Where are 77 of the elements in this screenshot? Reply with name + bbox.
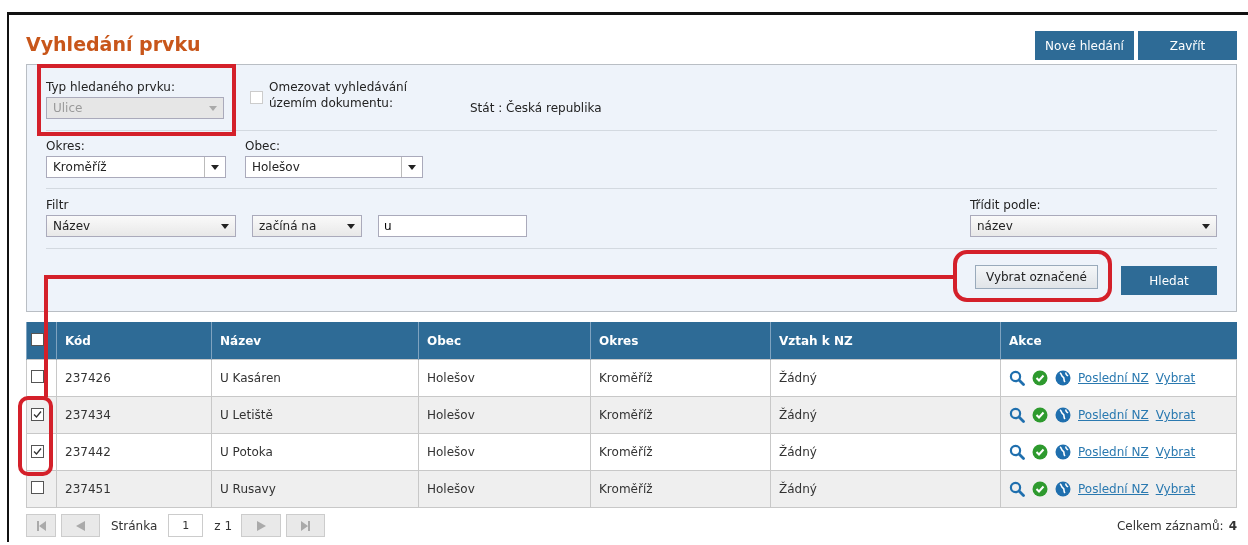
page-count: z 1 — [214, 518, 233, 533]
first-page-icon — [36, 520, 46, 531]
scope-text: Stát : Česká republika — [470, 101, 602, 115]
search-icon[interactable] — [1009, 407, 1025, 423]
page-title: Vyhledání prvku — [26, 33, 201, 55]
row-checkbox[interactable] — [31, 370, 44, 383]
row-checkbox[interactable] — [31, 444, 44, 458]
select-link[interactable]: Vybrat — [1155, 408, 1196, 422]
field-label: Filtr — [46, 198, 70, 212]
caret-icon — [221, 223, 229, 229]
table-cell: Kroměříž — [590, 433, 771, 471]
check-circle-icon[interactable] — [1032, 481, 1048, 497]
check-circle-icon[interactable] — [1032, 407, 1048, 423]
table-cell: 237451 — [56, 470, 212, 508]
caret-icon — [347, 223, 355, 229]
last-nz-link[interactable]: Poslední NZ — [1078, 482, 1149, 496]
column-header[interactable]: Akce — [1000, 322, 1237, 360]
column-header[interactable]: Obec — [418, 322, 591, 360]
column-header[interactable]: Vztah k NZ — [770, 322, 1001, 360]
page-label: Stránka — [111, 518, 158, 533]
filter-field-select[interactable]: Název — [46, 215, 236, 237]
table-cell: Holešov — [418, 396, 591, 434]
field-label: Okres: — [46, 139, 86, 153]
caret-icon — [211, 164, 219, 170]
table-cell: Žádný — [770, 470, 1001, 508]
table-cell: Žádný — [770, 359, 1001, 397]
column-header[interactable]: Kód — [56, 322, 212, 360]
row-checkbox[interactable] — [31, 481, 44, 494]
field-label: Třídit podle: — [970, 198, 1042, 212]
table-cell: U Letiště — [211, 396, 419, 434]
last-page-icon — [301, 520, 311, 531]
page-input[interactable]: 1 — [168, 514, 204, 537]
search-icon[interactable] — [1009, 370, 1025, 386]
filter-input[interactable]: u — [378, 215, 527, 237]
select-link[interactable]: Vybrat — [1155, 482, 1196, 496]
field-label: Typ hledaného prvku: — [46, 80, 176, 94]
select-all-checkbox[interactable] — [31, 332, 44, 346]
district-select[interactable]: Kroměříž — [46, 156, 226, 178]
new-search-button[interactable]: Nové hledání — [1035, 31, 1134, 60]
caret-icon — [408, 164, 416, 170]
last-nz-link[interactable]: Poslední NZ — [1078, 408, 1149, 422]
field-label: Obec: — [245, 139, 282, 153]
check-circle-icon[interactable] — [1032, 370, 1048, 386]
municipality-select[interactable]: Holešov — [245, 156, 423, 178]
select-link[interactable]: Vybrat — [1155, 371, 1196, 385]
table-cell: Žádný — [770, 396, 1001, 434]
table-cell: 237442 — [56, 433, 212, 471]
caret-icon — [1202, 223, 1210, 229]
sort-select[interactable]: název — [970, 215, 1217, 237]
table-cell: Holešov — [418, 470, 591, 508]
table-cell: U Rusavy — [211, 470, 419, 508]
select-marked-button[interactable]: Vybrat označené — [975, 265, 1098, 289]
column-header[interactable]: Okres — [590, 322, 771, 360]
search-icon[interactable] — [1009, 444, 1025, 460]
close-button[interactable]: Zavřít — [1138, 31, 1237, 60]
last-nz-link[interactable]: Poslední NZ — [1078, 445, 1149, 459]
table-cell: Kroměříž — [590, 396, 771, 434]
search-button[interactable]: Hledat — [1121, 266, 1217, 295]
select-link[interactable]: Vybrat — [1155, 445, 1196, 459]
checkbox-label: Omezovat vyhledávání územím dokumentu: — [269, 79, 409, 111]
search-icon[interactable] — [1009, 481, 1025, 497]
table-cell: Kroměříž — [590, 470, 771, 508]
row-checkbox[interactable] — [31, 407, 44, 421]
caret-icon — [209, 105, 217, 111]
checkbox[interactable] — [250, 91, 263, 104]
table-cell: Holešov — [418, 433, 591, 471]
table-cell: U Potoka — [211, 433, 419, 471]
total-label: Celkem záznamů: — [1116, 518, 1224, 533]
column-header[interactable]: Název — [211, 322, 419, 360]
table-cell: Žádný — [770, 433, 1001, 471]
operator-select[interactable]: začíná na — [252, 215, 362, 237]
check-circle-icon[interactable] — [1032, 444, 1048, 460]
right-triangle-icon — [256, 520, 266, 531]
left-triangle-icon — [76, 520, 85, 531]
last-nz-link[interactable]: Poslední NZ — [1078, 371, 1149, 385]
total-count: 4 — [1228, 518, 1237, 533]
table-cell: 237434 — [56, 396, 212, 434]
